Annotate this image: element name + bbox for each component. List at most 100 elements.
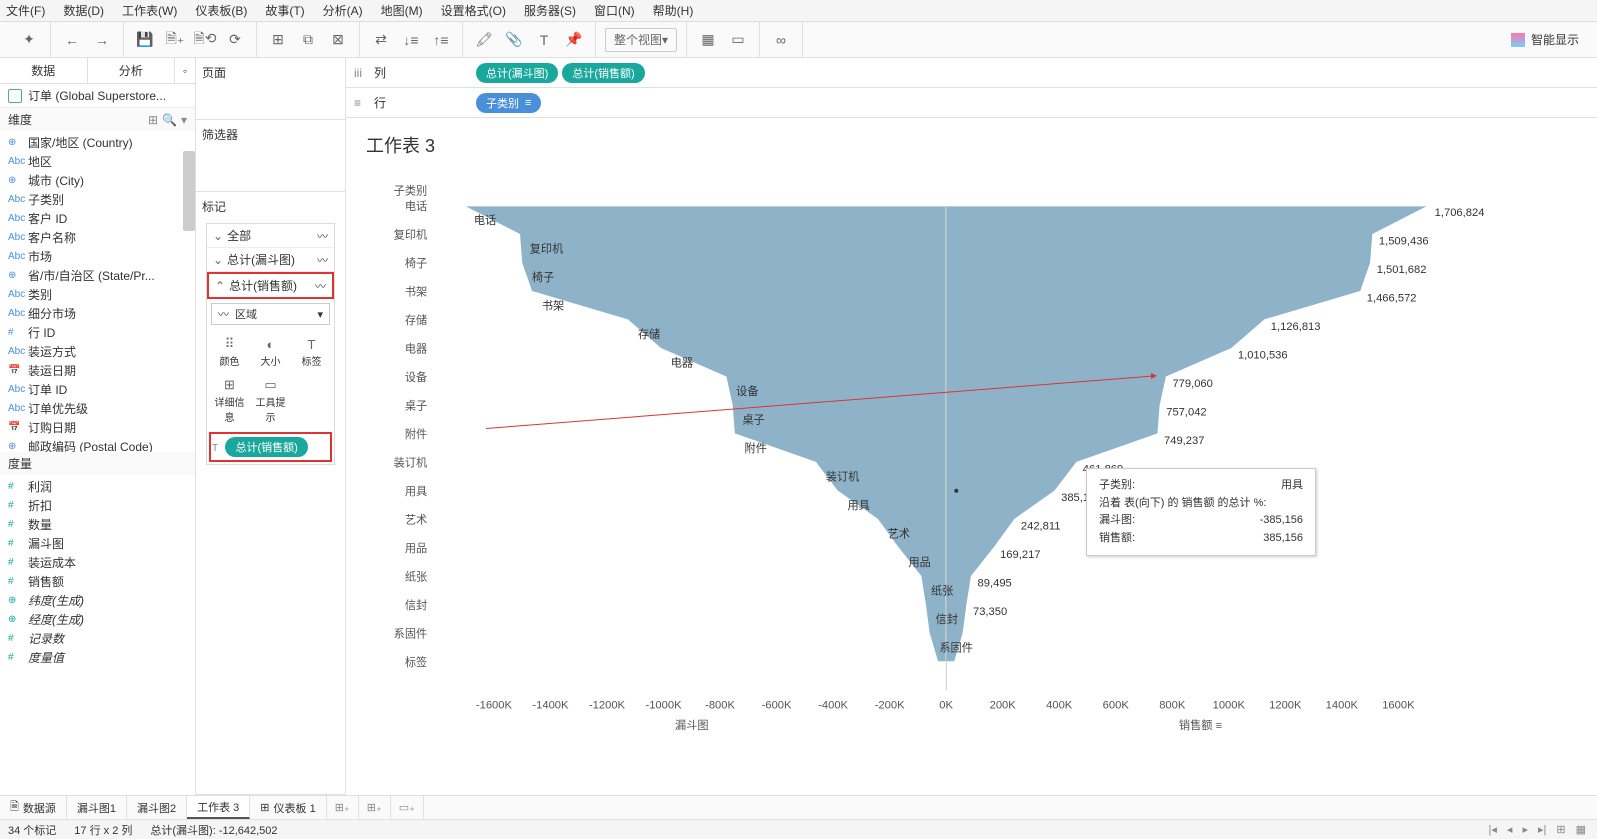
swap-button[interactable]: ⇄: [369, 28, 393, 52]
tab-worksheet3[interactable]: 工作表 3: [187, 796, 250, 819]
mark-type-dropdown[interactable]: 〰区域▾: [211, 303, 330, 325]
field-item[interactable]: ⊕省/市/自治区 (State/Pr...: [0, 266, 195, 285]
chart-title[interactable]: 工作表 3: [356, 128, 1577, 162]
funnel-right[interactable]: [946, 206, 1428, 662]
col-pill-funnel[interactable]: 总计(漏斗图): [476, 63, 558, 83]
field-item[interactable]: ⊕国家/地区 (Country): [0, 133, 195, 152]
forward-button[interactable]: →: [90, 28, 114, 52]
field-item[interactable]: Abc类别: [0, 285, 195, 304]
view-film-button[interactable]: ▦: [1573, 823, 1589, 836]
pages-shelf[interactable]: 页面: [202, 62, 339, 85]
show-me-button[interactable]: 智能显示: [1501, 31, 1589, 48]
nav-prev-button[interactable]: ◂: [1504, 823, 1516, 836]
nav-next-button[interactable]: ▸: [1519, 823, 1531, 836]
menu-icon[interactable]: ▾: [181, 113, 187, 127]
field-item[interactable]: ⊕纬度(生成): [0, 591, 195, 610]
menu-help[interactable]: 帮助(H): [653, 2, 694, 19]
refresh-button[interactable]: 🗎⟲: [193, 28, 217, 52]
sort-desc-button[interactable]: ↑≡: [429, 28, 453, 52]
field-item[interactable]: 📅订购日期: [0, 418, 195, 437]
menu-format[interactable]: 设置格式(O): [441, 2, 506, 19]
tab-analysis[interactable]: 分析: [88, 58, 176, 83]
field-item[interactable]: #数量: [0, 515, 195, 534]
field-item[interactable]: #度量值: [0, 648, 195, 667]
field-item[interactable]: Abc客户 ID: [0, 209, 195, 228]
tab-funnel1[interactable]: 漏斗图1: [67, 796, 127, 819]
clear-button[interactable]: ⊠: [326, 28, 350, 52]
duplicate-button[interactable]: ⧉: [296, 28, 320, 52]
save-button[interactable]: 💾: [133, 28, 157, 52]
highlight-button[interactable]: 🖍: [472, 28, 496, 52]
logo-icon[interactable]: ✦: [17, 28, 41, 52]
new-worksheet-tab[interactable]: ⊞₊: [327, 796, 359, 819]
field-item[interactable]: ⊕经度(生成): [0, 610, 195, 629]
menu-window[interactable]: 窗口(N): [594, 2, 635, 19]
back-button[interactable]: ←: [60, 28, 84, 52]
sort-asc-button[interactable]: ↓≡: [399, 28, 423, 52]
menu-data[interactable]: 数据(D): [63, 2, 104, 19]
funnel-chart[interactable]: 子类别电话复印机椅子书架存储电器设备桌子附件装订机用具艺术用品纸张信封系固件标签…: [356, 162, 1577, 789]
share-button[interactable]: ∞: [769, 28, 793, 52]
mark-size[interactable]: ◐大小: [250, 331, 291, 372]
marks-all[interactable]: ⌄全部〰: [207, 224, 334, 248]
nav-first-button[interactable]: |◂: [1486, 823, 1500, 836]
menu-server[interactable]: 服务器(S): [524, 2, 576, 19]
field-item[interactable]: #漏斗图: [0, 534, 195, 553]
menu-story[interactable]: 故事(T): [265, 2, 304, 19]
field-item[interactable]: #记录数: [0, 629, 195, 648]
pin-button[interactable]: 📌: [562, 28, 586, 52]
fit-dropdown[interactable]: 整个视图 ▾: [605, 28, 677, 52]
field-item[interactable]: Abc装运方式: [0, 342, 195, 361]
marks-sales[interactable]: ⌃总计(销售额)〰: [207, 272, 334, 299]
col-pill-sales[interactable]: 总计(销售额): [562, 63, 644, 83]
field-item[interactable]: #行 ID: [0, 323, 195, 342]
row-pill-subcat[interactable]: 子类别: [476, 93, 541, 113]
field-item[interactable]: Abc地区: [0, 152, 195, 171]
field-item[interactable]: Abc客户名称: [0, 228, 195, 247]
rows-shelf[interactable]: ≡ 行 子类别: [346, 88, 1597, 118]
menu-analysis[interactable]: 分析(A): [323, 2, 363, 19]
field-item[interactable]: #折扣: [0, 496, 195, 515]
new-story-tab[interactable]: ▭₊: [391, 796, 424, 819]
field-item[interactable]: #利润: [0, 477, 195, 496]
field-item[interactable]: ⊕城市 (City): [0, 171, 195, 190]
menu-worksheet[interactable]: 工作表(W): [122, 2, 177, 19]
auto-update-button[interactable]: ⟳: [223, 28, 247, 52]
field-item[interactable]: ⊕邮政编码 (Postal Code): [0, 437, 195, 452]
field-item[interactable]: #装运成本: [0, 553, 195, 572]
tab-dashboard1[interactable]: ⊞仪表板 1: [250, 796, 326, 819]
tab-collapse[interactable]: ◦: [175, 58, 195, 83]
show-cards-button[interactable]: ▦: [696, 28, 720, 52]
nav-last-button[interactable]: ▸|: [1535, 823, 1549, 836]
search-icon[interactable]: 🔍: [162, 113, 177, 127]
field-item[interactable]: #销售额: [0, 572, 195, 591]
mark-label[interactable]: T标签: [291, 331, 332, 372]
datasource-row[interactable]: 订单 (Global Superstore...: [0, 84, 195, 108]
text-button[interactable]: T: [532, 28, 556, 52]
mark-detail[interactable]: ⊞详细信息: [209, 372, 250, 428]
view-grid-icon[interactable]: ⊞: [148, 113, 158, 127]
view-tabs-button[interactable]: ⊞: [1553, 823, 1568, 836]
menu-dashboard[interactable]: 仪表板(B): [195, 2, 247, 19]
tab-datasource[interactable]: 🗎数据源: [0, 796, 67, 819]
marks-funnel[interactable]: ⌄总计(漏斗图)〰: [207, 248, 334, 272]
attach-button[interactable]: 📎: [502, 28, 526, 52]
field-item[interactable]: Abc子类别: [0, 190, 195, 209]
scrollbar-thumb[interactable]: [183, 151, 195, 231]
new-worksheet-button[interactable]: ⊞: [266, 28, 290, 52]
field-item[interactable]: 📅装运日期: [0, 361, 195, 380]
mark-tooltip[interactable]: ▭工具提示: [250, 372, 291, 428]
tab-funnel2[interactable]: 漏斗图2: [127, 796, 187, 819]
field-item[interactable]: Abc订单 ID: [0, 380, 195, 399]
menu-file[interactable]: 文件(F): [6, 2, 45, 19]
field-item[interactable]: Abc市场: [0, 247, 195, 266]
tab-data[interactable]: 数据: [0, 58, 88, 83]
columns-shelf[interactable]: iii 列 总计(漏斗图) 总计(销售额): [346, 58, 1597, 88]
new-data-button[interactable]: 🗎₊: [163, 28, 187, 52]
presentation-button[interactable]: ▭: [726, 28, 750, 52]
menu-map[interactable]: 地图(M): [381, 2, 423, 19]
new-dashboard-tab[interactable]: ⊞₊: [359, 796, 391, 819]
mark-color[interactable]: ⠿颜色: [209, 331, 250, 372]
marks-pill-highlighted[interactable]: T 总计(销售额): [209, 432, 332, 462]
filters-shelf[interactable]: 筛选器: [202, 124, 339, 147]
